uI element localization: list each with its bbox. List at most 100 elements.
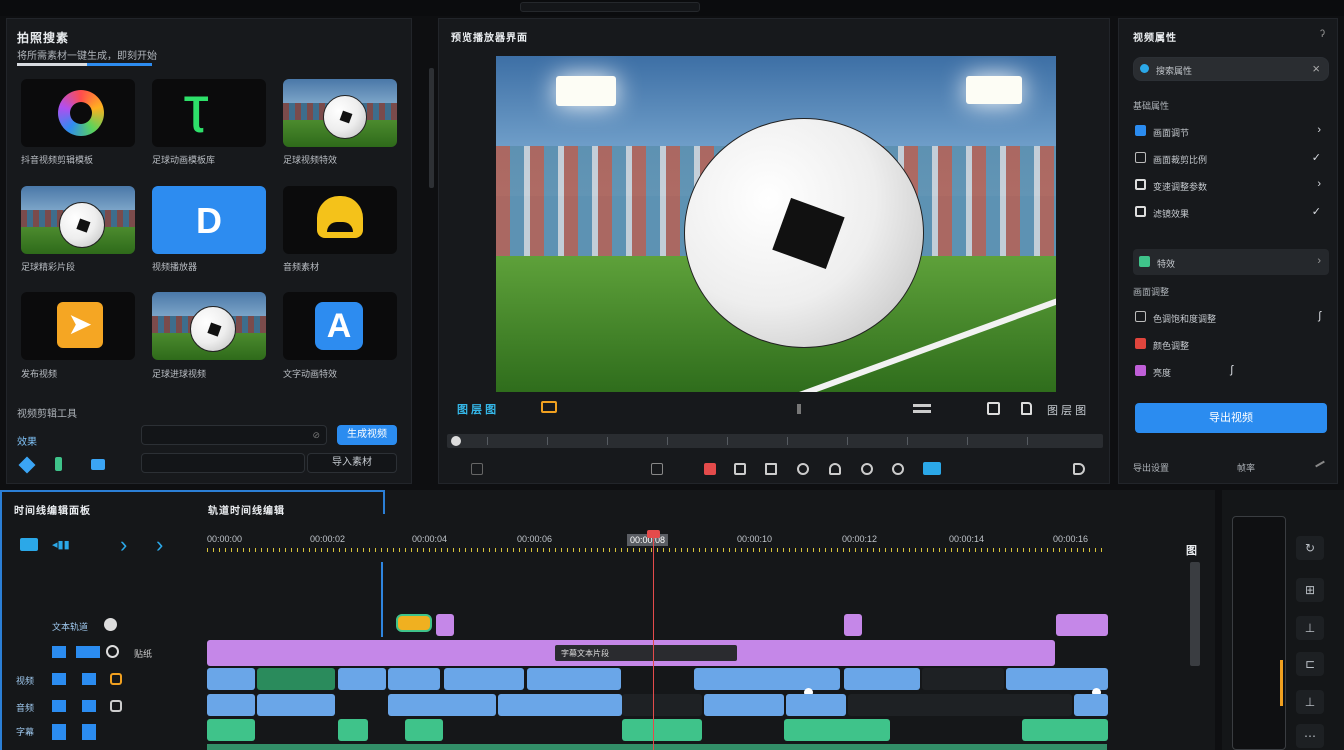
subtitle-clip[interactable] xyxy=(207,719,255,741)
sticker-clip[interactable] xyxy=(436,614,454,636)
video-clip[interactable] xyxy=(257,668,335,690)
crop-icon[interactable] xyxy=(471,463,483,475)
tile-soccer-3[interactable] xyxy=(152,292,266,360)
resize-grip-icon[interactable] xyxy=(1315,460,1325,468)
video-clip[interactable] xyxy=(444,668,524,690)
frame-icon[interactable]: ⊏ xyxy=(1296,652,1324,676)
video-clip[interactable] xyxy=(694,668,840,690)
audio-clip[interactable] xyxy=(388,694,496,716)
snapshot-icon[interactable] xyxy=(987,402,1000,415)
timeline-right-label[interactable]: 图 xyxy=(1186,542,1198,558)
audio-clip[interactable] xyxy=(622,694,702,716)
tile-player[interactable]: D xyxy=(152,186,266,254)
music-icon[interactable]: ◂▮▮ xyxy=(52,538,92,551)
track-settings-icon[interactable] xyxy=(104,618,117,631)
timeline-tab-left[interactable]: 时间线编辑面板 xyxy=(14,502,91,517)
property-row[interactable]: 滤镜效果 ✓ xyxy=(1129,202,1329,222)
playhead[interactable] xyxy=(653,532,654,750)
screen-active-icon[interactable] xyxy=(923,462,941,475)
second-input[interactable] xyxy=(141,453,305,473)
track-lock-icon[interactable] xyxy=(110,673,122,685)
chevron-right-icon[interactable]: › xyxy=(120,532,127,558)
tile-letter-a[interactable]: A xyxy=(283,292,397,360)
video-clip[interactable] xyxy=(1006,668,1108,690)
audio-clip[interactable] xyxy=(786,694,846,716)
left-scrollbar[interactable] xyxy=(429,68,434,188)
audio-clip[interactable] xyxy=(1074,694,1108,716)
audio-clip[interactable] xyxy=(498,694,622,716)
export-settings-label[interactable]: 导出设置 xyxy=(1133,461,1169,474)
track-settings-icon[interactable] xyxy=(106,645,119,658)
screen-icon[interactable] xyxy=(765,463,777,475)
volume-meter[interactable] xyxy=(1280,660,1283,706)
playhead-handle[interactable] xyxy=(647,530,660,538)
sticker-clip[interactable] xyxy=(844,614,862,636)
cut-icon[interactable]: ⊥ xyxy=(1296,690,1324,714)
audio-clip[interactable] xyxy=(207,694,255,716)
mask-icon[interactable] xyxy=(651,463,663,475)
audio-clip[interactable] xyxy=(704,694,784,716)
properties-search[interactable]: 搜索属性 × xyxy=(1133,57,1329,81)
track-header[interactable]: 视频 xyxy=(0,668,205,692)
library-tab-indicator[interactable] xyxy=(17,63,152,66)
effects-row[interactable]: 特效 › xyxy=(1133,249,1329,275)
sticker-clip[interactable] xyxy=(396,614,432,632)
tile-color-ring[interactable] xyxy=(21,79,135,147)
preview-left-controls[interactable]: 图 层 图 xyxy=(457,401,496,417)
person-icon[interactable] xyxy=(829,463,841,475)
subtitle-clip[interactable] xyxy=(622,719,702,741)
property-row[interactable]: 画面裁剪比例 ✓ xyxy=(1129,148,1329,168)
track-header[interactable]: 文本轨道 xyxy=(0,614,205,638)
folder-icon[interactable] xyxy=(734,463,746,475)
track-header[interactable]: 字幕 xyxy=(0,719,205,743)
diamond-icon[interactable] xyxy=(18,456,36,474)
tile-green-logo[interactable]: Ʈ xyxy=(152,79,266,147)
track-header[interactable]: 贴纸 xyxy=(0,641,205,665)
audio-clip[interactable] xyxy=(848,694,1072,716)
export-video-button[interactable]: 导出视频 xyxy=(1135,403,1327,433)
property-row[interactable]: 画面调节 › xyxy=(1129,121,1329,141)
timeline-tab-right[interactable]: 轨道时间线编辑 xyxy=(208,502,285,517)
video-clip[interactable] xyxy=(388,668,440,690)
split-icon[interactable]: ⊥ xyxy=(1296,616,1324,640)
split-view-icon[interactable] xyxy=(913,404,931,413)
chat-icon[interactable] xyxy=(892,463,904,475)
preview-scrubber[interactable] xyxy=(447,434,1103,448)
subtitle-clip[interactable] xyxy=(784,719,890,741)
track-header[interactable]: 音频 xyxy=(0,695,205,719)
import-assets-button[interactable]: 导入素材 xyxy=(307,453,397,473)
preview-thumbnail[interactable] xyxy=(1232,516,1286,750)
clip-icon[interactable] xyxy=(20,538,38,551)
layout-icon[interactable]: ⊞ xyxy=(1296,578,1324,602)
video-clip[interactable] xyxy=(527,668,621,690)
wand-icon[interactable] xyxy=(797,463,809,475)
sticker-clip[interactable] xyxy=(1056,614,1108,636)
video-clip[interactable] xyxy=(922,668,1004,690)
video-frame[interactable] xyxy=(496,56,1056,392)
audio-clip[interactable] xyxy=(257,694,335,716)
marker-icon[interactable] xyxy=(541,401,557,413)
subtitle-text-clip[interactable]: 字幕文本片段 xyxy=(555,645,737,661)
subtitle-clip[interactable] xyxy=(338,719,368,741)
in-point-marker[interactable] xyxy=(381,562,383,637)
video-clip[interactable] xyxy=(338,668,386,690)
box-icon[interactable] xyxy=(91,459,105,470)
clear-search-icon[interactable]: × xyxy=(1312,61,1320,76)
collapse-icon[interactable]: ʔ xyxy=(1320,29,1325,40)
subtitle-clip[interactable] xyxy=(405,719,443,741)
property-row[interactable]: 色调饱和度调整 ʃ xyxy=(1129,307,1329,327)
track-mute-icon[interactable] xyxy=(110,700,122,712)
video-clip[interactable] xyxy=(207,668,255,690)
bottle-icon[interactable] xyxy=(55,457,62,471)
framerate-label[interactable]: 帧率 xyxy=(1237,461,1255,474)
play-icon[interactable] xyxy=(1073,463,1085,475)
property-row[interactable]: 变速调整参数 › xyxy=(1129,175,1329,195)
tile-soccer-1[interactable] xyxy=(283,79,397,147)
file-icon[interactable] xyxy=(1021,402,1032,415)
subtitle-clip[interactable] xyxy=(1022,719,1108,741)
record-icon[interactable] xyxy=(704,463,716,475)
brush-icon[interactable] xyxy=(861,463,873,475)
property-row[interactable]: 亮度 ʃ xyxy=(1129,361,1329,381)
video-clip[interactable] xyxy=(844,668,920,690)
more-icon[interactable]: ⋯ xyxy=(1296,724,1324,748)
